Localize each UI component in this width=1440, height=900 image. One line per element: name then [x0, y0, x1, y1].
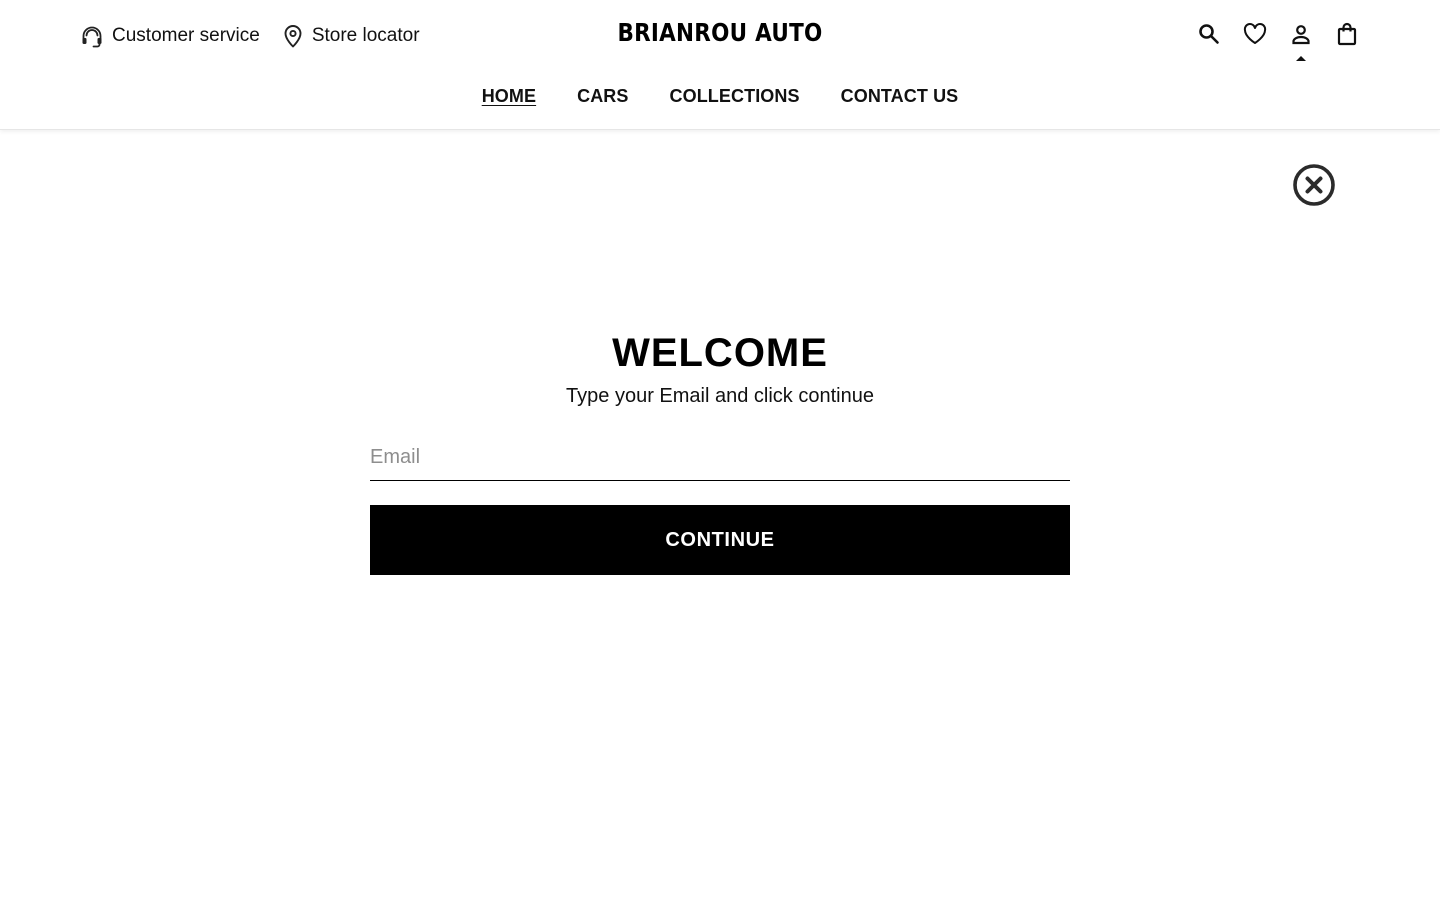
- wishlist-button[interactable]: [1242, 20, 1268, 52]
- brand-logo[interactable]: BRIANROU AUTO: [617, 18, 822, 47]
- welcome-subtitle: Type your Email and click continue: [566, 385, 874, 407]
- user-icon: [1290, 23, 1312, 50]
- utility-links: Customer service Store locator: [80, 20, 420, 52]
- site-header: Customer service Store locator BRIANROU …: [0, 0, 1440, 130]
- nav-cars[interactable]: CARS: [577, 86, 628, 107]
- login-modal: WELCOME Type your Email and click contin…: [0, 131, 1440, 900]
- nav-contact-us[interactable]: CONTACT US: [841, 86, 959, 107]
- close-circle-icon: [1292, 164, 1336, 211]
- nav-collections[interactable]: COLLECTIONS: [670, 86, 800, 107]
- welcome-title: WELCOME: [612, 331, 828, 375]
- map-pin-icon: [282, 24, 304, 48]
- account-dropdown-caret: [1296, 56, 1306, 61]
- shopping-bag-icon: [1336, 22, 1358, 51]
- cart-button[interactable]: [1334, 20, 1360, 52]
- header-actions: [1196, 20, 1360, 61]
- search-button[interactable]: [1196, 20, 1222, 52]
- customer-service-label: Customer service: [112, 25, 260, 46]
- headset-icon: [80, 24, 104, 48]
- customer-service-link[interactable]: Customer service: [80, 24, 260, 48]
- store-locator-label: Store locator: [311, 25, 420, 46]
- close-button[interactable]: [1292, 163, 1336, 207]
- account-button[interactable]: [1288, 20, 1314, 61]
- email-input[interactable]: [370, 434, 1070, 481]
- continue-button[interactable]: CONTINUE: [370, 505, 1070, 575]
- main-navigation: HOME CARS COLLECTIONS CONTACT US: [0, 86, 1440, 107]
- heart-icon: [1243, 22, 1267, 50]
- store-locator-link[interactable]: Store locator: [282, 24, 420, 48]
- nav-home[interactable]: HOME: [482, 86, 536, 107]
- search-icon: [1198, 23, 1220, 50]
